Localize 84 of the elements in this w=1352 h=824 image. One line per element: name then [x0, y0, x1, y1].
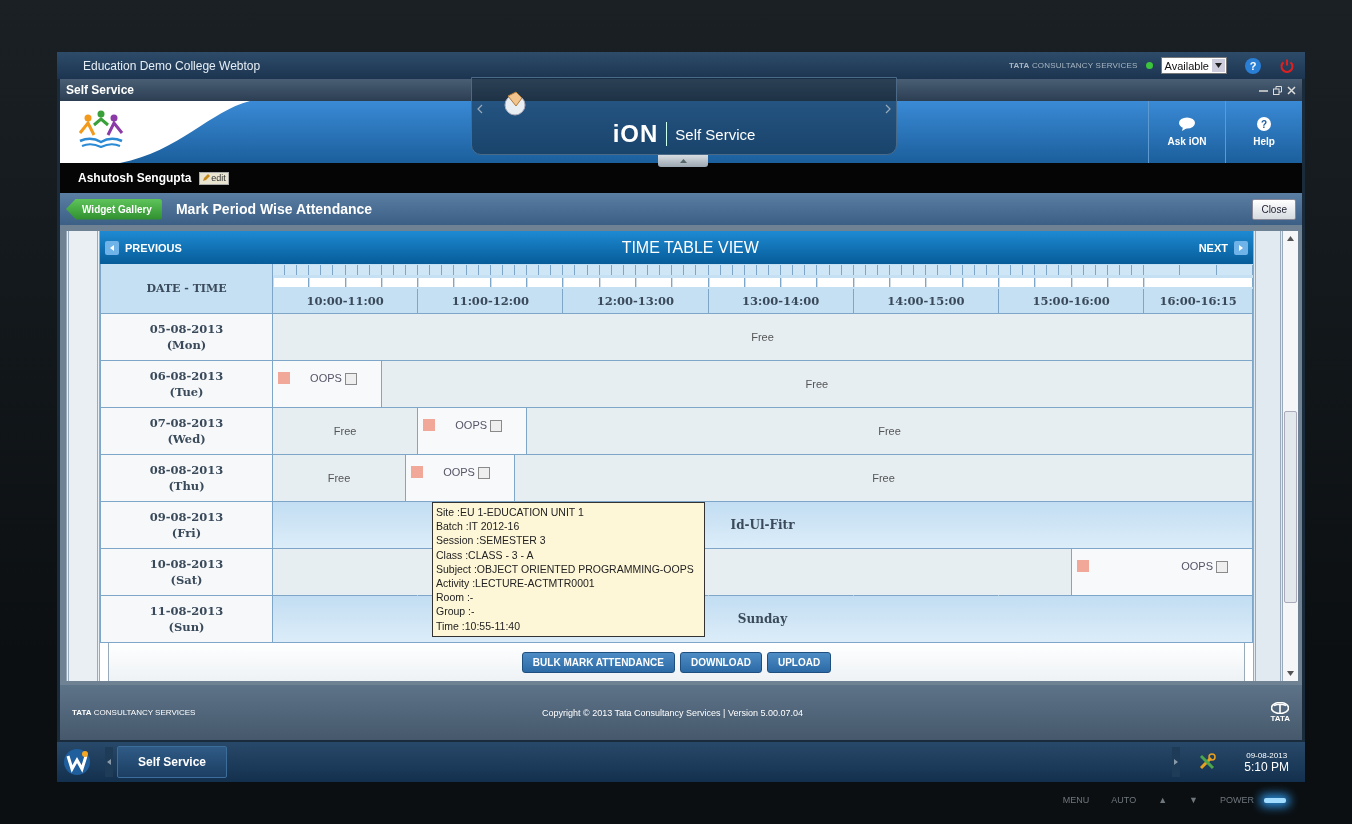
help-button[interactable]: ?: [1245, 57, 1261, 74]
lecture-marker-icon: [423, 419, 436, 431]
free-cell: Free: [273, 455, 407, 502]
restore-icon[interactable]: [1273, 85, 1282, 95]
speech-bubble-icon: [1179, 117, 1195, 131]
attendance-checkbox[interactable]: [344, 373, 357, 385]
attendance-checkbox[interactable]: [477, 467, 490, 479]
column-header: 15:00-16:00: [998, 289, 1145, 314]
page-title: Mark Period Wise Attendance: [175, 201, 374, 217]
status-dropdown[interactable]: Available: [1160, 57, 1227, 74]
date-cell: 11-08-2013 (Sun): [101, 596, 273, 643]
down-arrow-icon[interactable]: [1287, 671, 1294, 676]
lecture-cell: OOPS: [406, 455, 515, 502]
start-logo-icon[interactable]: [63, 748, 91, 776]
vendor-name: TATA CONSULTANCY SERVICES: [72, 708, 197, 717]
collapse-tab[interactable]: [658, 155, 708, 167]
column-header: 12:00-13:00: [563, 289, 709, 314]
free-cell: Free: [527, 408, 1253, 455]
date-cell: 09-08-2013 (Fri): [101, 502, 273, 549]
vendor-name: TATA CONSULTANCY SERVICES: [1009, 61, 1138, 70]
help-glyph: ?: [1257, 117, 1271, 131]
lecture-cell: OOPS: [418, 408, 528, 455]
date-cell: 06-08-2013 (Tue): [101, 361, 273, 408]
date-cell: 10-08-2013 (Sat): [101, 549, 273, 596]
caret-icon: [1215, 63, 1222, 68]
scrollbar[interactable]: [1283, 231, 1298, 681]
lecture-marker-icon: [1076, 560, 1089, 572]
window-title: Self Service: [66, 83, 136, 97]
header-cell: DATE - TIME: [101, 264, 273, 314]
monitor-button-label: ▲: [1158, 795, 1168, 805]
free-cell: Free: [514, 455, 1253, 502]
action-button[interactable]: BULK MARK ATTENDANCE: [521, 651, 675, 673]
column-header: 16:00-16:15: [1144, 289, 1253, 314]
lecture-cell: OOPS: [1071, 549, 1253, 596]
column-header: 11:00-12:00: [418, 289, 564, 314]
taskbar-time: 5:10 PM: [1244, 759, 1289, 774]
brand-logo: iON: [612, 120, 659, 148]
user-name: Ashutosh Sengupta: [78, 171, 192, 185]
copyright-text: Copyright © 2013 Tata Consultancy Services | Version 5.00.07.04: [542, 707, 804, 718]
scroll-right-button[interactable]: [1172, 747, 1181, 777]
lecture-marker-icon: [411, 466, 424, 478]
taskbar-date: 09-08-2013: [1246, 750, 1288, 760]
people-logo-icon: [76, 109, 126, 151]
timetable-title: TIME TABLE VIEW: [621, 238, 759, 257]
column-header: 14:00-15:00: [853, 289, 999, 314]
monitor-button-label: POWER: [1220, 795, 1254, 805]
product-name: Self Service: [675, 125, 756, 143]
column-header: 10:00-11:00: [273, 289, 419, 314]
close-icon[interactable]: [1287, 85, 1296, 95]
pencil-icon: [202, 174, 211, 182]
desktop-title: Education Demo College Webtop: [83, 58, 262, 73]
previous-button[interactable]: PREVIOUS: [105, 240, 182, 255]
free-cell: Free: [381, 361, 1253, 408]
attendance-checkbox[interactable]: [490, 420, 503, 432]
left-arrow-icon: [107, 759, 111, 765]
monitor-button-label: AUTO: [1111, 795, 1137, 805]
date-cell: 07-08-2013 (Wed): [101, 408, 273, 455]
close-button[interactable]: Close: [1252, 198, 1296, 220]
column-header: 13:00-14:00: [708, 289, 854, 314]
edit-button[interactable]: edit: [199, 171, 229, 185]
tools-icon[interactable]: [1198, 753, 1217, 771]
action-button[interactable]: DOWNLOAD: [679, 651, 762, 673]
banner-action-label: Ask iON: [1167, 136, 1207, 147]
banner-action-label: Help: [1253, 136, 1275, 147]
date-cell: 08-08-2013 (Thu): [101, 455, 273, 502]
lecture-cell: OOPS: [273, 361, 382, 408]
free-cell: Free: [273, 314, 1253, 361]
monitor-button-label: MENU: [1062, 795, 1090, 805]
attendance-checkbox[interactable]: [1216, 561, 1228, 573]
scroll-left-button[interactable]: [105, 747, 113, 777]
lecture-marker-icon: [278, 372, 290, 384]
lecture-tooltip: Site :EU 1-EDUCATION UNIT 1 Batch :IT 2012-16 Session :SEMESTER 3 Class :CLASS - 3 - A Subject :OBJECT ORIENTED PROGRAMMING-OOPS Activity :LECTURE-ACTMTR0001 Room :- Group :- Time :10:55-11:40: [432, 502, 705, 637]
right-arrow-icon: [1174, 759, 1179, 765]
date-cell: 05-08-2013 (Mon): [101, 314, 273, 361]
tata-logo: TATA: [1270, 702, 1290, 723]
monitor-button-label: ▼: [1189, 795, 1198, 805]
power-icon[interactable]: [1279, 57, 1295, 74]
action-button[interactable]: UPLOAD: [766, 651, 832, 673]
taskbar-button[interactable]: Self Service: [117, 746, 228, 778]
up-arrow-icon[interactable]: [1287, 236, 1294, 241]
power-button[interactable]: [1264, 797, 1286, 803]
next-button[interactable]: NEXT: [1198, 240, 1248, 255]
free-cell: Free: [273, 408, 419, 455]
widget-gallery-button[interactable]: Widget Gallery: [66, 198, 162, 220]
